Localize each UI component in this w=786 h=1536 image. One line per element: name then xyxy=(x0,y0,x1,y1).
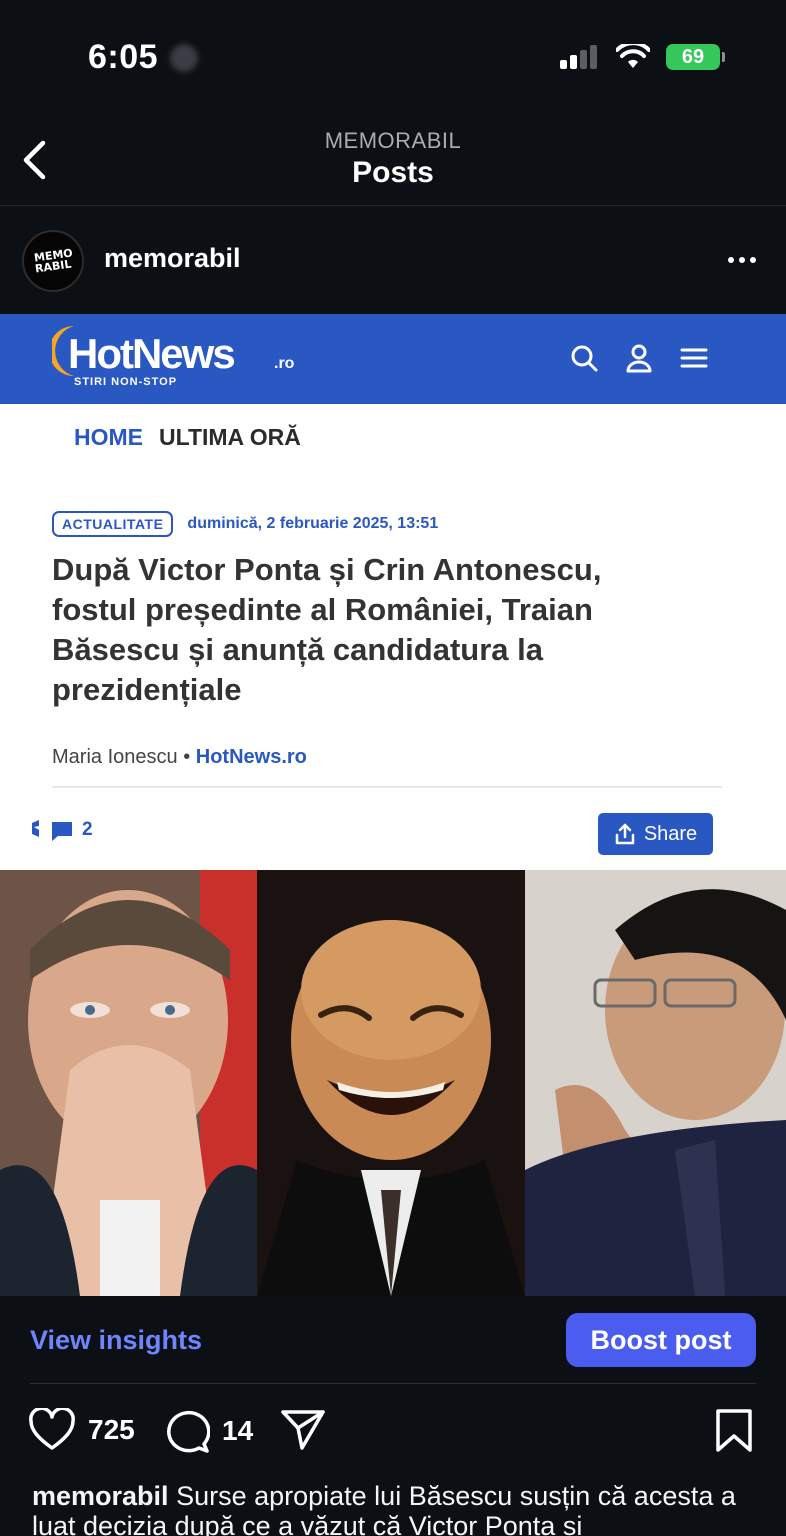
article-comment-count: 2 xyxy=(82,819,93,840)
status-bar: 6:05 69 xyxy=(0,0,786,110)
hotnews-logo: HotNews .ro STIRI NON-STOP xyxy=(52,326,295,388)
article-headline: După Victor Ponta și Crin Antonescu, fos… xyxy=(52,552,602,707)
like-count: 725 xyxy=(88,1414,135,1445)
nav-header: MEMORABIL Posts xyxy=(0,110,786,206)
article-divider xyxy=(52,786,722,788)
status-time: 6:05 xyxy=(88,38,159,76)
byline-separator: • xyxy=(183,746,191,768)
avatar-text-line2: RABIL xyxy=(34,257,72,276)
share-label: Share xyxy=(643,822,698,845)
signal-icon xyxy=(560,45,597,69)
post-actions: 725 14 xyxy=(0,1400,786,1464)
article-author: Maria Ionescu xyxy=(52,746,178,768)
article-source: HotNews.ro xyxy=(195,746,307,768)
nav-latest: ULTIMA ORĂ xyxy=(159,424,301,450)
more-dots-icon xyxy=(728,257,734,263)
boost-post-button[interactable]: Boost post xyxy=(566,1313,756,1367)
heart-icon xyxy=(29,1408,75,1450)
account-name-heading: MEMORABIL xyxy=(324,128,462,153)
notification-bell-icon xyxy=(170,44,198,72)
view-insights-link[interactable]: View insights xyxy=(30,1325,202,1356)
share-upload-icon xyxy=(615,823,635,845)
comment-bubble-icon xyxy=(167,1410,210,1453)
send-icon xyxy=(281,1410,325,1450)
photo-panel-center xyxy=(257,870,525,1296)
send-button[interactable] xyxy=(280,1408,326,1452)
post-caption: memorabil Surse apropiate lui Băsescu su… xyxy=(32,1481,752,1536)
post-username[interactable]: memorabil xyxy=(104,243,241,274)
article-byline: Maria Ionescu • HotNews.ro xyxy=(52,746,307,769)
post-photo-collage[interactable] xyxy=(0,870,786,1296)
insights-row: View insights Boost post xyxy=(0,1296,786,1384)
photo-panel-right xyxy=(525,870,786,1296)
post-image-article[interactable]: HotNews .ro STIRI NON-STOP HOME ULTIMA O… xyxy=(0,314,786,870)
more-options-button[interactable] xyxy=(722,245,762,275)
post-header: MEMO RABIL memorabil xyxy=(0,207,786,314)
actions-divider xyxy=(30,1383,756,1384)
like-button[interactable]: 725 xyxy=(28,1408,135,1452)
bookmark-icon xyxy=(716,1409,752,1452)
status-icons: 69 xyxy=(560,44,725,70)
user-icon xyxy=(626,344,652,373)
hotnews-brand: HotNews xyxy=(68,330,234,377)
avatar[interactable]: MEMO RABIL xyxy=(22,230,84,292)
hotnews-suffix: .ro xyxy=(274,355,295,372)
menu-icon xyxy=(680,348,708,368)
battery-indicator: 69 xyxy=(666,44,725,70)
caption-username[interactable]: memorabil xyxy=(32,1481,169,1511)
hotnews-header-bar: HotNews .ro STIRI NON-STOP xyxy=(0,314,786,404)
nav-home: HOME xyxy=(74,424,143,450)
comment-icon xyxy=(32,820,72,841)
article-date: duminică, 2 februarie 2025, 13:51 xyxy=(187,515,439,532)
article-meta: ACTUALITATE duminică, 2 februarie 2025, … xyxy=(52,511,438,537)
comment-button[interactable]: 14 xyxy=(164,1408,253,1454)
article-share-button: Share xyxy=(598,813,713,855)
photo-panel-left xyxy=(0,870,257,1296)
comment-count: 14 xyxy=(222,1415,254,1446)
hotnews-tagline: STIRI NON-STOP xyxy=(74,376,177,388)
article-breadcrumb: HOME ULTIMA ORĂ xyxy=(74,424,301,451)
article-comments: 2 xyxy=(30,817,93,843)
search-icon xyxy=(571,345,598,372)
category-badge: ACTUALITATE xyxy=(52,511,174,537)
page-title: Posts xyxy=(352,156,434,189)
wifi-icon xyxy=(616,44,650,68)
battery-level: 69 xyxy=(681,45,705,68)
bookmark-button[interactable] xyxy=(714,1408,754,1454)
